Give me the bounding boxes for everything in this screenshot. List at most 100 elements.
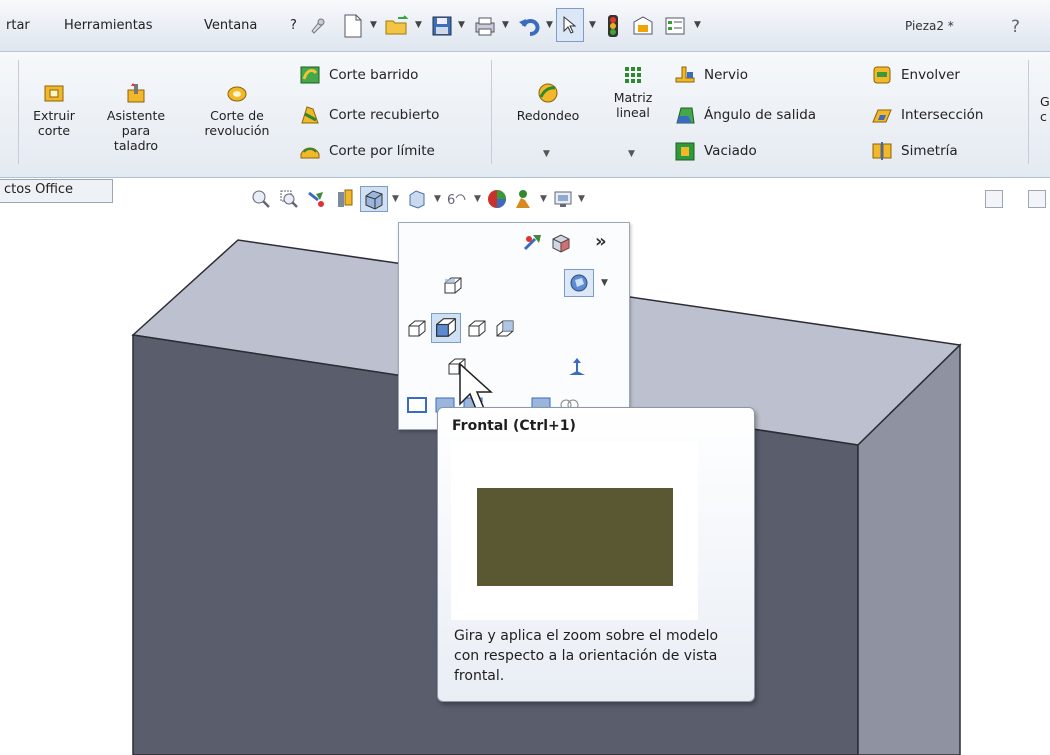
front-view-button[interactable] (431, 313, 461, 343)
apply-scene-dropdown-icon[interactable]: ▼ (540, 194, 547, 204)
hole-wizard-label-1: Asistente (106, 108, 166, 123)
single-view-icon[interactable] (405, 393, 429, 417)
hide-show-items-icon[interactable]: 6 (446, 188, 468, 210)
extrude-cut-label-1: Extruir (33, 108, 75, 123)
view-cube-dropdown-icon[interactable]: ▼ (601, 278, 608, 288)
display-style-dropdown-icon[interactable]: ▼ (434, 194, 441, 204)
normal-to-icon[interactable] (565, 355, 589, 379)
tab-office-products[interactable]: ctos Office (0, 179, 113, 203)
lofted-cut-button[interactable]: Corte recubierto (299, 104, 439, 126)
zoom-to-fit-icon[interactable] (250, 188, 272, 210)
features-ribbon: Extruir corte Asistente para taladro Cor… (0, 52, 1050, 178)
view-settings-icon[interactable] (552, 188, 574, 210)
wrap-icon (873, 66, 891, 84)
extrude-cut-icon (44, 85, 64, 102)
mirror-button[interactable]: Simetría (871, 140, 958, 162)
back-view-icon[interactable] (493, 317, 517, 341)
more-icon[interactable]: » (595, 231, 607, 252)
hole-wizard-button[interactable]: Asistente para taladro (100, 82, 172, 153)
cut-off-button[interactable]: G c (1040, 94, 1050, 124)
left-view-icon[interactable] (405, 317, 429, 341)
menu-help[interactable]: ? (290, 18, 297, 33)
front-view-preview-shape (477, 488, 673, 586)
wrap-button[interactable]: Envolver (871, 64, 960, 86)
svg-text:6: 6 (447, 193, 455, 208)
view-cube-icon[interactable] (549, 231, 573, 255)
zoom-area-icon[interactable] (278, 188, 300, 210)
lofted-cut-label: Corte recubierto (329, 107, 440, 123)
previous-view-icon[interactable] (306, 188, 328, 210)
options-dropdown-icon[interactable]: ▼ (694, 20, 701, 30)
undo-icon[interactable] (514, 10, 544, 42)
cut-off-label-1: G (1040, 94, 1050, 109)
rib-button[interactable]: Nervio (674, 64, 748, 86)
restore-window-icon[interactable] (985, 190, 1003, 208)
ribbon-separator (1028, 60, 1029, 164)
save-icon[interactable] (427, 10, 457, 42)
menu-insertar[interactable]: rtar (6, 18, 30, 33)
ribbon-separator (491, 60, 492, 164)
view-sphere-icon (570, 274, 588, 292)
print-icon[interactable] (470, 10, 500, 42)
document-title: Pieza2 * (905, 19, 954, 33)
intersect-icon (872, 109, 892, 123)
fillet-icon (538, 83, 558, 103)
view-orientation-icon (365, 190, 383, 210)
fillet-dropdown-icon[interactable]: ▼ (543, 149, 550, 159)
extrude-cut-button[interactable]: Extruir corte (30, 82, 78, 138)
save-dropdown-icon[interactable]: ▼ (458, 20, 465, 30)
front-view-icon (436, 318, 456, 337)
swept-cut-button[interactable]: Corte barrido (299, 64, 418, 86)
linear-pattern-icon (625, 67, 641, 83)
pattern-dropdown-icon[interactable]: ▼ (628, 149, 635, 159)
undo-dropdown-icon[interactable]: ▼ (546, 20, 553, 30)
menu-herramientas[interactable]: Herramientas (64, 18, 153, 33)
select-icon[interactable] (556, 8, 584, 42)
view-orientation-button[interactable] (360, 186, 388, 212)
top-view-icon[interactable] (441, 274, 465, 298)
intersect-button[interactable]: Intersección (871, 104, 983, 126)
draft-button[interactable]: Ángulo de salida (674, 104, 816, 126)
view-orientation-dropdown-icon[interactable]: ▼ (392, 194, 399, 204)
tooltip-description: Gira y aplica el zoom sobre el modelo co… (454, 628, 719, 684)
draft-icon (676, 107, 695, 124)
print-dropdown-icon[interactable]: ▼ (502, 20, 509, 30)
apply-scene-icon[interactable] (512, 188, 534, 210)
hide-show-dropdown-icon[interactable]: ▼ (474, 194, 481, 204)
revolve-cut-button[interactable]: Corte de revolución (198, 82, 276, 138)
options-icon[interactable] (660, 10, 690, 42)
linear-pattern-button[interactable]: Matriz lineal (605, 64, 661, 120)
new-document-icon[interactable] (338, 10, 368, 42)
select-dropdown-icon[interactable]: ▼ (589, 20, 596, 30)
maximize-window-icon[interactable] (1028, 190, 1046, 208)
menu-ventana[interactable]: Ventana (204, 18, 257, 33)
fillet-label: Redondeo (516, 108, 580, 123)
pin-icon[interactable] (302, 10, 332, 42)
edit-appearance-icon[interactable] (486, 188, 508, 210)
view-cube-button[interactable] (564, 269, 594, 297)
right-view-icon[interactable] (465, 317, 489, 341)
boundary-cut-icon (300, 147, 320, 159)
hole-wizard-label-2: para (121, 123, 151, 138)
rebuild-icon[interactable] (598, 10, 628, 42)
shell-icon (675, 142, 695, 161)
fillet-button[interactable]: Redondeo (508, 82, 588, 123)
revolve-cut-icon (227, 86, 247, 102)
view-selector-icon[interactable] (521, 231, 545, 255)
help-icon[interactable]: ? (1003, 10, 1033, 42)
new-dropdown-icon[interactable]: ▼ (370, 20, 377, 30)
section-view-icon[interactable] (334, 188, 356, 210)
open-folder-icon[interactable] (382, 10, 412, 42)
cut-off-label-2: c (1040, 109, 1047, 124)
file-properties-icon[interactable] (628, 10, 658, 42)
swept-cut-label: Corte barrido (329, 67, 419, 83)
tab-office-label: ctos Office (4, 182, 74, 197)
shell-button[interactable]: Vaciado (674, 140, 757, 162)
view-settings-dropdown-icon[interactable]: ▼ (578, 194, 585, 204)
revolve-cut-label-2: revolución (204, 123, 270, 138)
open-dropdown-icon[interactable]: ▼ (415, 20, 422, 30)
boundary-cut-button[interactable]: Corte por límite (299, 140, 435, 162)
menu-bar: rtar Herramientas Ventana ? ▼ ▼ ▼ ▼ ▼ ▼ (0, 0, 1050, 52)
display-style-icon[interactable] (406, 188, 428, 210)
shell-label: Vaciado (704, 143, 757, 159)
